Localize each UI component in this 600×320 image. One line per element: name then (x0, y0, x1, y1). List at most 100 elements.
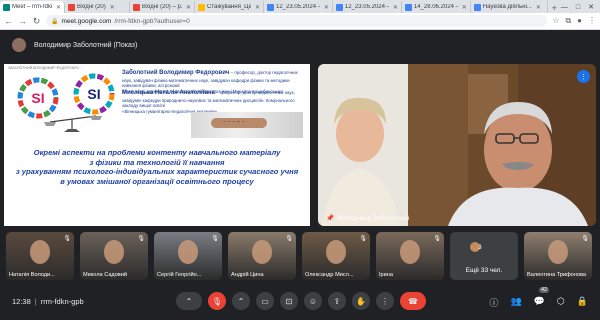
tab-title: 12_23.05.2024 – ... (275, 4, 320, 10)
participant-name: Ірина (379, 272, 393, 278)
slide-title-line: з фізики та технологій її навчання (89, 157, 225, 167)
mic-muted-icon: 🎙 (581, 236, 589, 242)
mic-muted-icon: 🎙 (137, 236, 145, 242)
slide-title-line: Окремі аспекти на проблеми контенту навч… (33, 148, 281, 157)
participant-tile[interactable]: 🎙 Наталія Володи... (6, 232, 74, 280)
tab-title: 14_28.06.2024 – ... (413, 4, 458, 10)
tab-favicon-icon (3, 3, 10, 11)
tab-favicon-icon (68, 3, 76, 11)
hand-icon: ✋ (356, 296, 366, 306)
participant-tile[interactable]: 🎙 Ірина (376, 232, 444, 280)
more-vert-icon: ⋮ (381, 296, 389, 306)
participant-tile[interactable]: 🎙 Валентина Трифонова (524, 232, 592, 280)
present-button[interactable]: ⇪ (328, 292, 346, 310)
url-field[interactable]: 🔒 meet.google.com/rrm-fdkn-gpb?authuser=… (46, 15, 548, 27)
call-controls: ⌃ 🎙 ⌃ ▭ ⊡ ☺ ⇪ ✋ ⋮ ☎ (176, 292, 426, 310)
browser-tab[interactable]: 12_23.05.2024 – ... ✕ (333, 1, 402, 13)
tab-favicon-icon (473, 3, 481, 11)
browser-tab[interactable]: 14_28.06.2024 – ... ✕ (402, 1, 471, 13)
more-options-button[interactable]: ⋮ (376, 292, 394, 310)
tab-close-icon[interactable]: ✕ (56, 4, 61, 11)
raise-hand-button[interactable]: ⌃ (176, 292, 202, 310)
extensions-icon[interactable]: ⧉ (565, 16, 571, 26)
maximize-icon[interactable]: □ (576, 4, 580, 11)
tab-close-icon[interactable]: ✕ (536, 4, 541, 11)
camera-toggle-button[interactable]: ▭ (256, 292, 274, 310)
bottom-control-bar: 12:38 | rrm-fdkn-gpb ⌃ 🎙 ⌃ ▭ ⊡ ☺ ⇪ ✋ ⋮ ☎ ⓘ… (0, 284, 600, 320)
participant-tile[interactable]: 🎙 Сергій Георгійо... (154, 232, 222, 280)
participant-video (400, 240, 420, 264)
slide-title-line: в умовах змішаної організації освітнього… (60, 177, 254, 187)
smile-icon: ☺ (308, 296, 318, 306)
participant-name: Микола Садовий (83, 272, 128, 278)
url-domain: meet.google.com (61, 17, 112, 25)
people-count-badge: 42 (539, 287, 550, 293)
participant-video (30, 240, 50, 264)
si-wheel-right: SI (73, 73, 115, 115)
participant-tile[interactable]: 🎙 Андрій Цина (228, 232, 296, 280)
current-time: 12:38 (12, 297, 31, 306)
url-path: /rrm-fdkn-gpb?authuser=0 (114, 17, 190, 25)
tab-close-icon[interactable]: ✕ (186, 4, 191, 11)
bookmark-star-icon[interactable]: ☆ (552, 16, 559, 26)
tab-title: Meet – rrm-fdkn-gpb (12, 4, 52, 10)
hand-button[interactable]: ✋ (352, 292, 370, 310)
phone-end-icon: ☎ (408, 296, 418, 306)
browser-tab[interactable]: Наукова діяльні... ✕ (471, 1, 548, 13)
forward-icon[interactable]: → (18, 16, 27, 26)
participant-name: Валентина Трифонова (527, 272, 587, 278)
si-wheel-left: SI (17, 77, 59, 119)
slide-top-text: ЗАБОЛОТНИЙ ВОЛОДИМИР ФЕДОРОВИЧ ... (8, 66, 83, 70)
si-logo-graphic: SI SI (17, 73, 115, 132)
activities-icon[interactable]: ⬡ (557, 296, 565, 309)
tab-close-icon[interactable]: ✕ (393, 4, 398, 11)
profile-icon[interactable]: ● (577, 16, 582, 26)
reload-icon[interactable]: ↻ (32, 16, 41, 27)
browser-tab[interactable]: Вхідні (20) – p... ✕ (130, 1, 196, 13)
mic-muted-icon: 🎙 (211, 236, 219, 242)
minimize-icon[interactable]: — (561, 4, 568, 11)
browser-tab[interactable]: Стажування_Цен... ✕ (195, 1, 264, 13)
browser-tab[interactable]: Вхідні (20) ✕ (65, 1, 131, 13)
slide-title: Окремі аспекти на проблеми контенту навч… (14, 148, 300, 187)
leave-call-button[interactable]: ☎ (400, 292, 426, 310)
info-icon[interactable]: ⓘ (489, 296, 498, 309)
browser-tab[interactable]: Meet – rrm-fdkn-gpb ✕ (0, 1, 66, 13)
new-tab-button[interactable]: + (548, 3, 561, 13)
emoji-button[interactable]: ☺ (304, 292, 322, 310)
presenter-avatar (12, 38, 26, 52)
author-1-name: Заболотний Володимир Федорович (122, 70, 230, 76)
microphone-toggle-button[interactable]: 🎙 (208, 292, 226, 310)
close-window-icon[interactable]: ✕ (588, 3, 594, 11)
lock-host-icon[interactable]: 🔒 (577, 296, 588, 309)
participant-tile[interactable]: 🎙 Олександр Мисл... (302, 232, 370, 280)
participant-tile[interactable]: 🎙 Микола Садовий (80, 232, 148, 280)
tab-close-icon[interactable]: ✕ (110, 4, 115, 11)
meet-header: Володимир Заболотний (Показ) (0, 30, 600, 60)
participant-video (326, 240, 346, 264)
tab-close-icon[interactable]: ✕ (462, 4, 467, 11)
tab-favicon-icon (133, 3, 141, 11)
presentation-slide: ЗАБОЛОТНИЙ ВОЛОДИМИР ФЕДОРОВИЧ ... SI SI… (4, 64, 310, 226)
participant-video (548, 240, 568, 264)
tab-close-icon[interactable]: ✕ (324, 4, 329, 11)
people-icon[interactable]: 👥 (510, 296, 521, 309)
more-avatar-count: 3 (478, 244, 482, 251)
menu-kebab-icon[interactable]: ⋮ (588, 16, 596, 26)
speaker-video-tile[interactable]: ⋮ 📌 Володимир Заболотний (318, 64, 596, 226)
captions-button[interactable]: ⊡ (280, 292, 298, 310)
more-participants-tile[interactable]: 3 Ещё 33 чел. (450, 232, 518, 280)
camera-options-button[interactable]: ⌃ (232, 292, 250, 310)
tattoo-image-text: ~ ~ ~ ~ ~ (223, 119, 245, 124)
browser-tab[interactable]: 12_23.05.2024 – ... ✕ (264, 1, 333, 13)
si-left-text: SI (31, 90, 44, 106)
tab-close-icon[interactable]: ✕ (255, 4, 260, 11)
tab-favicon-icon (335, 3, 343, 11)
pin-icon[interactable]: 📌 (326, 214, 334, 222)
back-icon[interactable]: ← (4, 16, 13, 26)
tab-title: Наукова діяльні... (482, 4, 532, 10)
chat-icon[interactable]: 💬 (534, 296, 545, 309)
camera-icon: ▭ (261, 296, 269, 306)
tab-title: 12_23.05.2024 – ... (344, 4, 389, 10)
tab-title: Вхідні (20) – p... (142, 4, 183, 10)
